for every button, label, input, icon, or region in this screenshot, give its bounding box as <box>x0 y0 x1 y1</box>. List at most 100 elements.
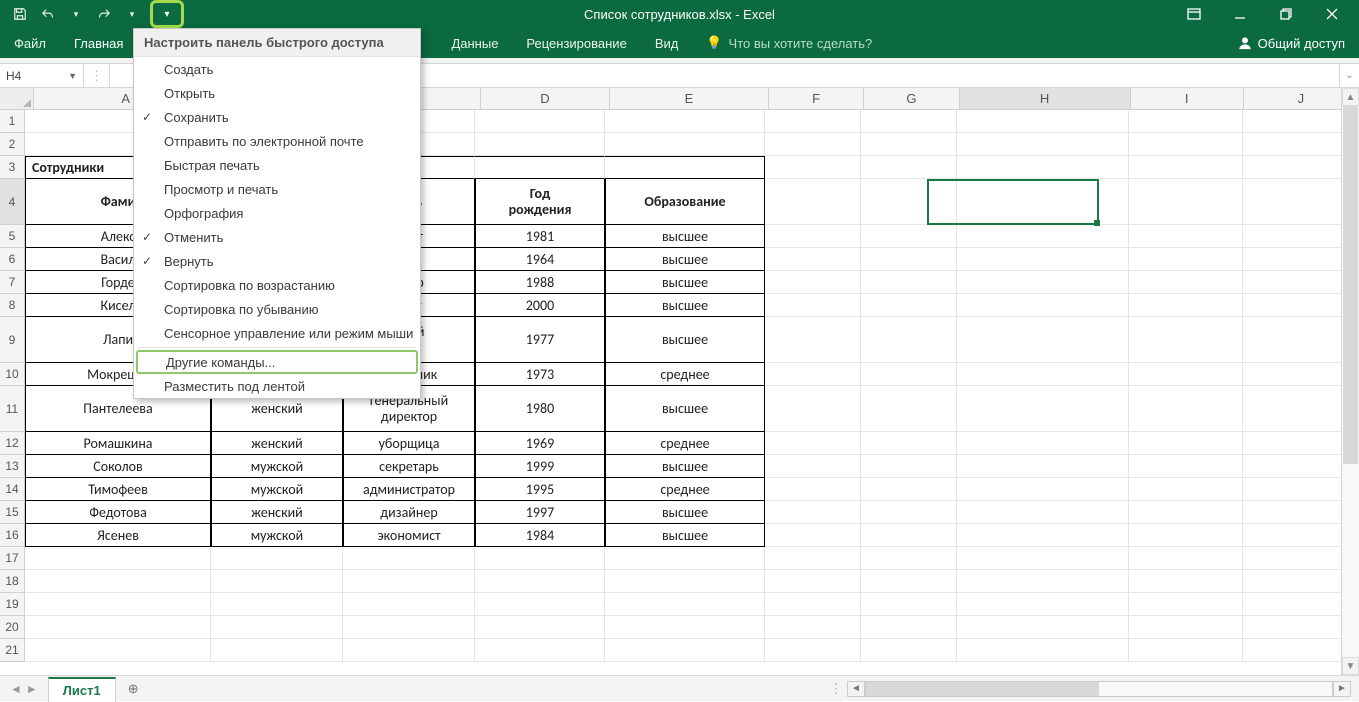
cell[interactable]: среднее <box>605 363 765 386</box>
cell[interactable] <box>765 133 861 156</box>
row-header[interactable]: 1 <box>0 110 24 133</box>
cell[interactable] <box>1129 133 1243 156</box>
add-sheet-button[interactable]: ⊕ <box>116 676 151 701</box>
qat-menu-item[interactable]: Открыть <box>134 81 420 105</box>
cell[interactable]: мужской <box>211 478 343 501</box>
cell[interactable] <box>765 271 861 294</box>
cell[interactable]: 1964 <box>475 248 605 271</box>
qat-menu-item[interactable]: Быстрая печать <box>134 153 420 177</box>
cell[interactable] <box>861 271 957 294</box>
row-header[interactable]: 16 <box>0 524 24 547</box>
row-header[interactable]: 8 <box>0 294 24 317</box>
cell[interactable] <box>25 570 211 593</box>
tab-data[interactable]: Данные <box>437 28 512 58</box>
cell[interactable]: высшее <box>605 386 765 432</box>
cell[interactable] <box>765 363 861 386</box>
minimize-button[interactable] <box>1217 0 1263 28</box>
customize-qat-button-highlight[interactable]: ▾ <box>150 0 184 28</box>
cell[interactable] <box>765 570 861 593</box>
cell[interactable] <box>25 639 211 662</box>
cell[interactable] <box>343 639 475 662</box>
cell[interactable] <box>765 156 861 179</box>
cell[interactable] <box>211 616 343 639</box>
cell[interactable] <box>1129 639 1243 662</box>
cell[interactable] <box>1129 156 1243 179</box>
cell[interactable] <box>957 593 1129 616</box>
row-header[interactable]: 13 <box>0 455 24 478</box>
cell[interactable] <box>765 179 861 225</box>
cell[interactable]: Тимофеев <box>25 478 211 501</box>
cell[interactable]: 1999 <box>475 455 605 478</box>
cell[interactable] <box>211 547 343 570</box>
row-header[interactable]: 4 <box>0 179 24 225</box>
vscroll-track[interactable] <box>1342 106 1359 657</box>
expand-formula-bar-icon[interactable]: ⌄ <box>1339 64 1359 87</box>
cell[interactable]: мужской <box>211 524 343 547</box>
cell[interactable] <box>765 225 861 248</box>
cell[interactable]: 1997 <box>475 501 605 524</box>
cell[interactable]: 1988 <box>475 271 605 294</box>
cell[interactable] <box>957 271 1129 294</box>
cell[interactable] <box>957 179 1129 225</box>
cell[interactable] <box>765 639 861 662</box>
cell[interactable] <box>1129 363 1243 386</box>
cell[interactable] <box>957 248 1129 271</box>
cell[interactable] <box>957 616 1129 639</box>
cell[interactable] <box>861 501 957 524</box>
cell[interactable] <box>475 593 605 616</box>
cell[interactable]: 1977 <box>475 317 605 363</box>
cell[interactable] <box>957 570 1129 593</box>
row-header[interactable]: 19 <box>0 593 24 616</box>
sheet-nav[interactable]: ◄ ► <box>0 676 48 701</box>
col-header-f[interactable]: F <box>769 88 864 109</box>
cell[interactable] <box>957 133 1129 156</box>
cell[interactable] <box>765 386 861 432</box>
qat-menu-item[interactable]: Орфография <box>134 201 420 225</box>
cell[interactable] <box>861 110 957 133</box>
cell[interactable]: администратор <box>343 478 475 501</box>
cell[interactable] <box>861 432 957 455</box>
qat-menu-below-ribbon[interactable]: Разместить под лентой <box>134 374 420 398</box>
cell[interactable] <box>861 455 957 478</box>
col-header-d[interactable]: D <box>481 88 610 109</box>
cell[interactable] <box>861 133 957 156</box>
qat-menu-item[interactable]: Сортировка по возрастанию <box>134 273 420 297</box>
qat-menu-item[interactable]: Просмотр и печать <box>134 177 420 201</box>
cell[interactable] <box>605 639 765 662</box>
cell[interactable] <box>861 386 957 432</box>
cell[interactable]: высшее <box>605 524 765 547</box>
qat-menu-item[interactable]: Создать <box>134 57 420 81</box>
cell[interactable] <box>605 593 765 616</box>
cell[interactable] <box>861 478 957 501</box>
row-header[interactable]: 12 <box>0 432 24 455</box>
save-icon[interactable] <box>8 2 32 26</box>
vertical-scrollbar[interactable]: ▲ ▼ <box>1341 88 1359 675</box>
cell[interactable] <box>861 547 957 570</box>
cell[interactable] <box>1129 593 1243 616</box>
cell[interactable] <box>861 317 957 363</box>
cell[interactable] <box>861 570 957 593</box>
cell[interactable] <box>605 547 765 570</box>
cell[interactable] <box>605 133 765 156</box>
cell[interactable] <box>765 501 861 524</box>
qat-menu-item[interactable]: Отправить по электронной почте <box>134 129 420 153</box>
cell[interactable] <box>861 225 957 248</box>
cell[interactable]: Годрождения <box>475 179 605 225</box>
cell[interactable]: женский <box>211 501 343 524</box>
cell[interactable] <box>765 547 861 570</box>
row-header[interactable]: 3 <box>0 156 24 179</box>
cell[interactable]: 1995 <box>475 478 605 501</box>
tab-review[interactable]: Рецензирование <box>512 28 640 58</box>
qat-menu-item[interactable]: ✓Вернуть <box>134 249 420 273</box>
close-button[interactable] <box>1309 0 1355 28</box>
cell[interactable]: высшее <box>605 248 765 271</box>
cell[interactable] <box>957 455 1129 478</box>
row-header[interactable]: 6 <box>0 248 24 271</box>
row-header[interactable]: 2 <box>0 133 24 156</box>
cell[interactable] <box>1129 524 1243 547</box>
cell[interactable] <box>475 133 605 156</box>
qat-menu-item[interactable]: Сенсорное управление или режим мыши <box>134 321 420 345</box>
qat-menu-more-commands[interactable]: Другие команды... <box>136 350 418 374</box>
prev-sheet-icon[interactable]: ◄ <box>10 682 22 696</box>
cell[interactable]: Федотова <box>25 501 211 524</box>
